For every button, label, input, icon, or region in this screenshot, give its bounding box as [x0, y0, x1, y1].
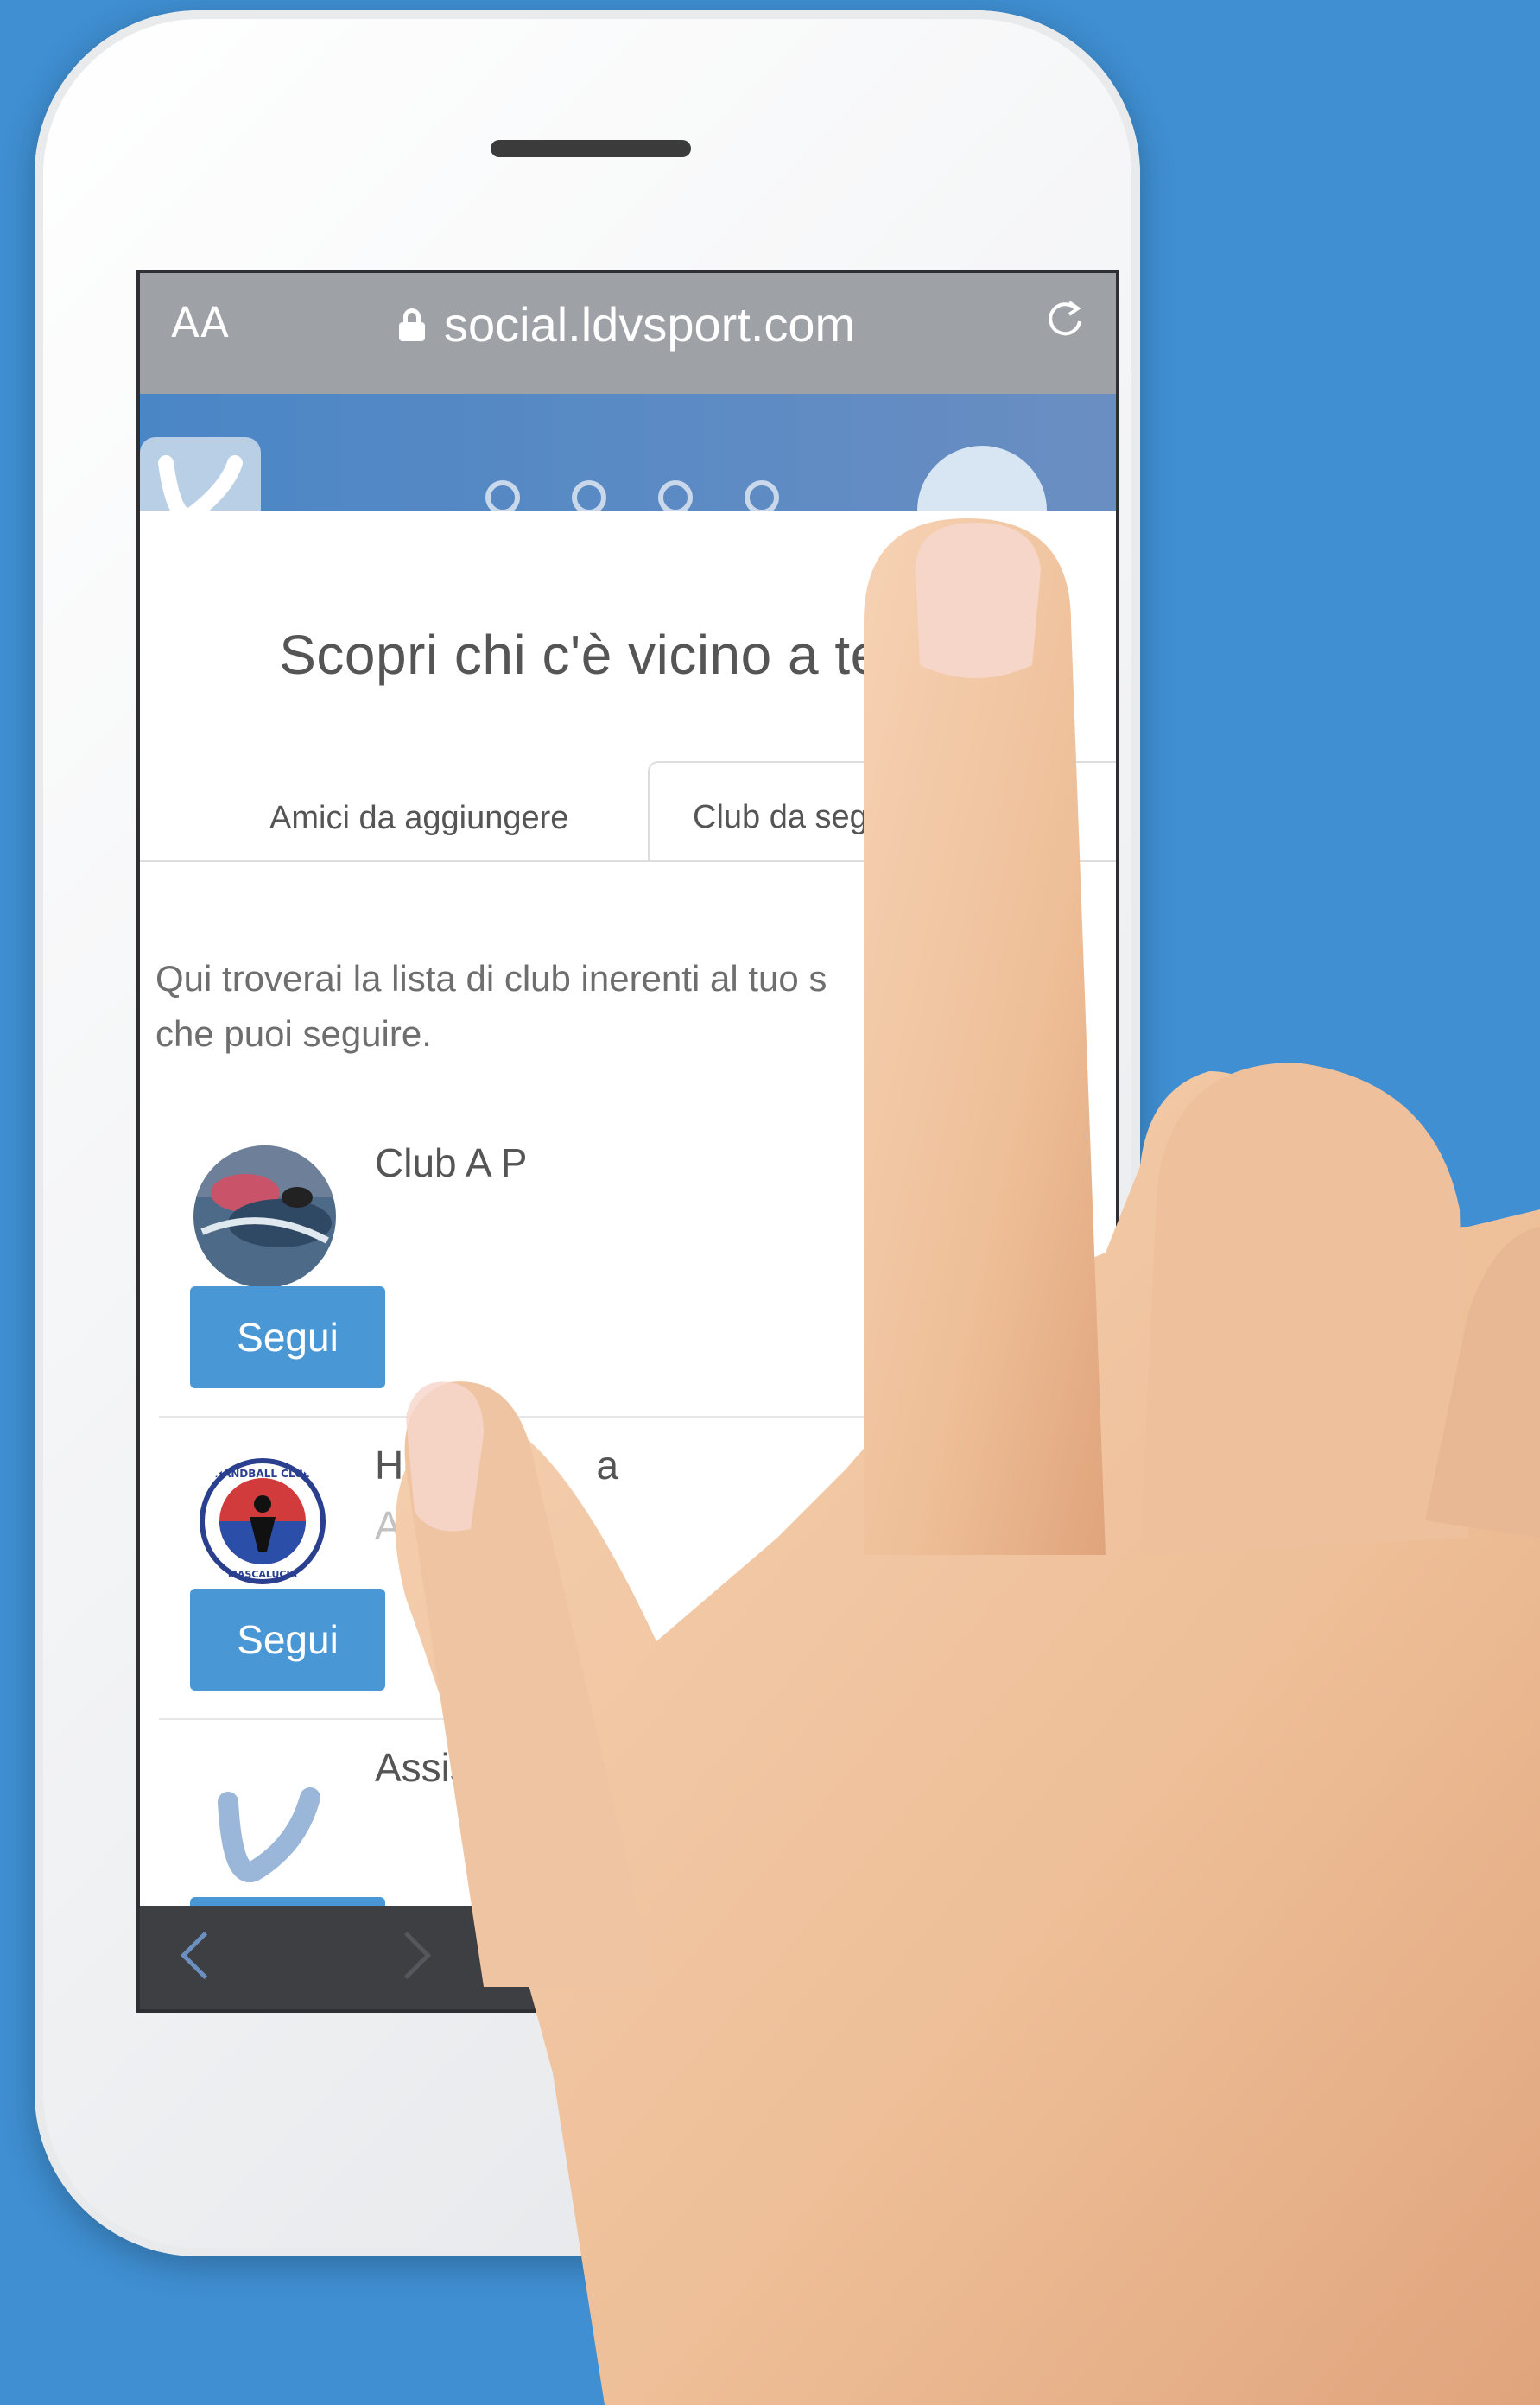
phone-speaker	[491, 140, 691, 157]
list-item: Club A P Segui	[159, 1115, 1109, 1418]
follow-button[interactable]: Segui	[190, 1589, 385, 1691]
text-size-button[interactable]: AA	[171, 299, 229, 347]
phone-frame: AA social.ldvsport.com Scopri chi c'è vi…	[35, 10, 1140, 2256]
back-icon[interactable]	[180, 1931, 229, 1980]
avatar[interactable]: HANDBALL CLUB MASCALUCIA	[198, 1456, 327, 1586]
list-item: HANDBALL CLUB MASCALUCIA HC a Asso Segui	[159, 1418, 1109, 1720]
svg-text:HANDBALL CLUB: HANDBALL CLUB	[214, 1468, 311, 1480]
forward-icon[interactable]	[383, 1931, 432, 1980]
browser-address-bar: AA social.ldvsport.com	[140, 273, 1116, 394]
svg-text:MASCALUCIA: MASCALUCIA	[228, 1569, 298, 1580]
club-category: Asso	[375, 1503, 464, 1548]
lock-icon	[399, 308, 425, 341]
tab-club-da-seguire[interactable]: Club da segu	[648, 761, 1116, 862]
follow-button[interactable]: Segui	[190, 1286, 385, 1388]
url-field[interactable]: social.ldvsport.com	[399, 294, 855, 354]
search-icon[interactable]	[745, 480, 779, 515]
modal-title: Scopri chi c'è vicino a te	[279, 624, 882, 686]
tab-label: Club da segu	[693, 799, 886, 835]
club-name[interactable]: Assis	[375, 1744, 470, 1791]
discover-modal: Scopri chi c'è vicino a te Club da segu …	[140, 511, 1116, 2009]
club-name[interactable]: HC a	[375, 1442, 618, 1488]
avatar[interactable]	[193, 1145, 336, 1288]
site-header	[140, 394, 1116, 575]
location-icon[interactable]	[485, 480, 520, 515]
description: Qui troverai la lista di club inerenti a…	[155, 958, 827, 1054]
avatar[interactable]	[193, 1750, 336, 1893]
menu-icon[interactable]	[572, 480, 606, 515]
bell-icon[interactable]	[658, 480, 693, 515]
url-text: social.ldvsport.com	[444, 296, 856, 352]
browser-toolbar	[140, 1906, 1116, 2009]
tab-amici-da-aggiungere[interactable]: Amici da aggiungere	[269, 800, 568, 837]
tabs-divider	[140, 860, 1116, 862]
phone-screen: AA social.ldvsport.com Scopri chi c'è vi…	[136, 270, 1119, 2013]
reload-icon[interactable]	[1043, 297, 1087, 340]
club-name[interactable]: Club A P	[375, 1139, 527, 1186]
